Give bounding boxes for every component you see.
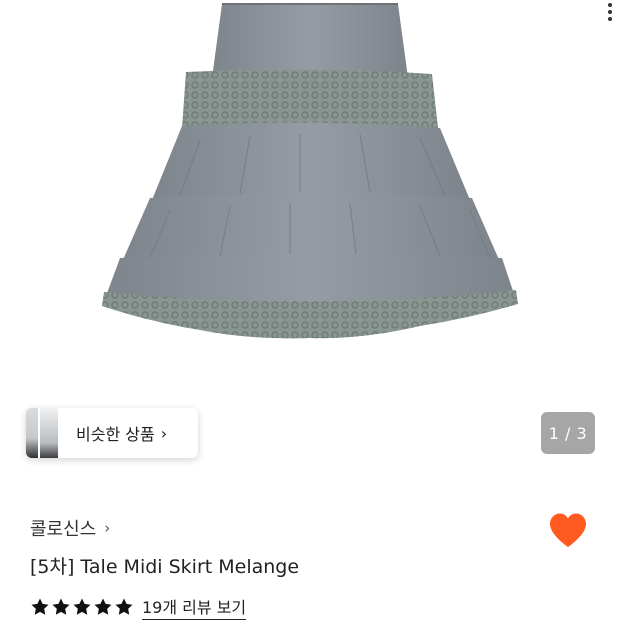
image-counter: 1 / 3 [541, 412, 595, 454]
star-icon [94, 598, 112, 615]
rating-row: 19개 리뷰 보기 [30, 594, 247, 620]
star-rating [30, 597, 134, 617]
similar-products-thumbnail [26, 408, 70, 458]
like-heart-icon[interactable] [548, 512, 588, 550]
star-icon [73, 598, 91, 615]
star-icon [31, 598, 49, 615]
brand-link[interactable]: 콜로신스 › [30, 515, 110, 541]
similar-products-label: 비슷한 상품 [76, 425, 155, 444]
more-options-icon[interactable] [604, 0, 616, 30]
star-icon [52, 598, 70, 615]
chevron-right-icon: › [160, 423, 168, 443]
similar-products-button[interactable]: 비슷한 상품 › [26, 408, 198, 458]
star-icon [115, 598, 133, 615]
product-title: [5차] Tale Midi Skirt Melange [30, 556, 300, 578]
view-reviews-link[interactable]: 19개 리뷰 보기 [142, 594, 247, 620]
product-image-gallery[interactable]: 비슷한 상품 › 1 / 3 [0, 0, 620, 480]
chevron-right-icon: › [104, 519, 111, 537]
brand-name: 콜로신스 [30, 519, 97, 540]
